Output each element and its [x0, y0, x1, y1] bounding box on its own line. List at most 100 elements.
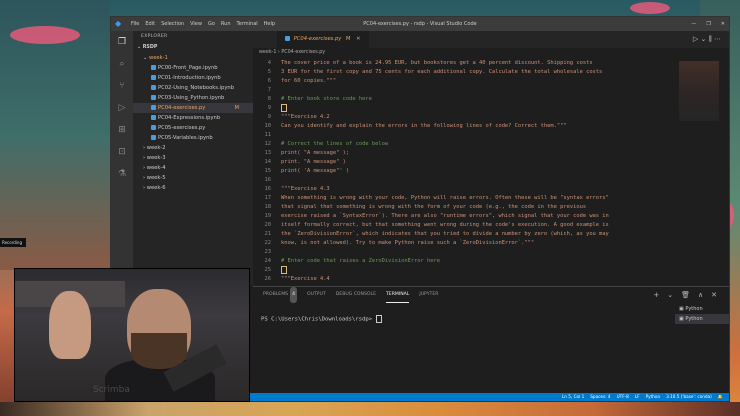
tree-item-label: PC03-Using_Python.ipynb — [158, 95, 225, 101]
tree-item-label: PC04-Expressions.ipynb — [158, 115, 221, 121]
bell-icon[interactable]: 🔔 — [718, 393, 723, 401]
explorer-header: EXPLORER — [141, 34, 168, 39]
webcam-overlay: Scrimba — [14, 268, 250, 402]
panel-tab-label: PROBLEMS — [263, 292, 289, 297]
bottom-panel: PROBLEMS 4 OUTPUT DEBUG CONSOLE TERMINAL JUPY… — [253, 286, 729, 394]
tree-item-label: PC01-Introduction.ipynb — [158, 75, 221, 81]
python-file-icon — [285, 36, 290, 41]
search-icon[interactable]: ⌕ — [111, 53, 133, 75]
window-title: PC04-exercises.py - rsdp - Visual Studio… — [363, 21, 477, 27]
status-item[interactable]: UTF-8 — [617, 393, 629, 401]
remote-icon[interactable]: ⊡ — [111, 141, 133, 163]
panel-tab-label: TERMINAL — [385, 292, 410, 297]
close-panel-icon[interactable]: ✕ — [711, 287, 717, 303]
tree-item-label: week-5 — [146, 175, 166, 181]
panel-tab-label: OUTPUT — [307, 292, 326, 297]
python-file-icon — [151, 105, 156, 110]
tree-item-label: PC00-Front_Page.ipynb — [158, 65, 218, 71]
code-editor[interactable]: 4 The cover price of a book is 24.95 EUR,… — [253, 58, 723, 286]
terminal-output[interactable]: PS C:\Users\Chris\Downloads\rsdp> — [261, 315, 382, 323]
tab-terminal[interactable]: TERMINAL — [385, 287, 410, 303]
minimize-icon[interactable]: — — [691, 17, 696, 31]
code-text: # Enter book store code here — [281, 96, 372, 102]
recording-indicator: Recording — [0, 238, 26, 247]
python-file-icon — [151, 95, 156, 100]
folder-item[interactable]: › week-6 — [133, 183, 253, 193]
webcam-waving-hand — [49, 291, 91, 359]
modified-badge: M — [234, 105, 239, 111]
folder-item[interactable]: ⌄ week-1 — [133, 53, 253, 63]
problems-count-badge: 4 — [290, 287, 298, 303]
panel-tab-label: DEBUG CONSOLE — [335, 292, 376, 297]
title-bar: ◆ File Edit Selection View Go Run Terminal Help… — [111, 17, 729, 31]
terminal-instance[interactable]: ▣ Python — [675, 314, 729, 324]
tree-item-label: week-2 — [146, 145, 166, 151]
webcam-watermark: Scrimba — [93, 385, 130, 395]
folder-item[interactable]: › week-2 — [133, 143, 253, 153]
python-file-icon — [151, 135, 156, 140]
breadcrumb[interactable]: week-1 › PC04-exercises.py — [253, 48, 735, 58]
code-text: know, is not allowed). Try to make Pytho… — [281, 240, 535, 246]
folder-item[interactable]: › week-3 — [133, 153, 253, 163]
files-icon[interactable]: ❐ — [111, 31, 133, 53]
trash-icon[interactable]: 🗑 — [681, 287, 690, 303]
maximize-icon[interactable]: ❐ — [706, 17, 710, 31]
tree-item-label: week-4 — [146, 165, 166, 171]
tab-debug-console[interactable]: DEBUG CONSOLE — [336, 287, 376, 303]
source-control-icon[interactable]: ⑂ — [111, 75, 133, 97]
run-debug-icon[interactable]: ▷ — [111, 97, 133, 119]
tree-item-label: week-6 — [146, 185, 166, 191]
background-flower — [10, 26, 80, 44]
python-file-icon — [151, 65, 156, 70]
tab-jupyter[interactable]: JUPYTER — [419, 287, 438, 303]
close-icon[interactable]: ✕ — [356, 36, 360, 42]
status-item[interactable]: Python — [646, 393, 661, 401]
status-item[interactable]: LF — [635, 393, 640, 401]
file-item[interactable]: PC01-Introduction.ipynb — [133, 73, 253, 83]
file-item[interactable]: PC03-Using_Python.ipynb — [133, 93, 253, 103]
code-text: """Exercise 4.4 — [281, 276, 330, 282]
maximize-panel-icon[interactable]: ∧ — [698, 287, 703, 303]
folder-item[interactable]: › week-4 — [133, 163, 253, 173]
code-text: for 60 copies.""" — [281, 78, 337, 84]
file-item[interactable]: PC05-Variables.ipynb — [133, 133, 253, 143]
workspace-root[interactable]: ⌄ RSDP — [133, 43, 253, 53]
terminal-dropdown-icon[interactable]: ⌄ — [667, 287, 673, 303]
file-tree: ⌄ week-1 PC00-Front_Page.ipynb PC01-Introd… — [133, 53, 253, 193]
tab-pc04-exercises[interactable]: PC04-exercises.py M ✕ — [277, 31, 369, 48]
python-file-icon — [151, 125, 156, 130]
status-item[interactable]: Ln 5, Col 1 — [562, 393, 584, 401]
close-window-icon[interactable]: ✕ — [721, 17, 725, 31]
tree-item-label: PC05-Variables.ipynb — [158, 135, 213, 141]
terminal-list: ▣ Python ▣ Python — [675, 304, 729, 393]
background-flower — [630, 2, 670, 14]
folder-item[interactable]: › week-5 — [133, 173, 253, 183]
run-icon[interactable]: ▷ ⌄ ⫼ ⋯ — [693, 31, 721, 48]
tab-problems[interactable]: PROBLEMS 4 — [263, 287, 298, 303]
status-item[interactable]: 3.10.5 ('base': conda) — [666, 393, 712, 401]
code-text: print( 'A message"' ) — [281, 168, 350, 174]
file-item[interactable]: PC05-exercises.py — [133, 123, 253, 133]
editor-area: PC04-exercises.py M ✕ ▷ ⌄ ⫼ ⋯ week-1 › P… — [253, 31, 729, 286]
panel-toolbar: + ⌄ 🗑 ∧ ✕ — [653, 287, 717, 303]
file-item[interactable]: PC02-Using_Notebooks.ipynb — [133, 83, 253, 93]
explorer-sidebar: EXPLORER ⌄ RSDP ⌄ week-1 PC00-Front_Page.… — [133, 31, 253, 286]
code-text: # Enter code that raises a ZeroDivisionE… — [281, 258, 441, 264]
tab-output[interactable]: OUTPUT — [307, 287, 326, 303]
new-terminal-icon[interactable]: + — [653, 287, 659, 303]
minimap[interactable] — [679, 61, 719, 121]
extensions-icon[interactable]: ⊞ — [111, 119, 133, 141]
tree-item-label: PC02-Using_Notebooks.ipynb — [158, 85, 234, 91]
tree-item-label: PC04-exercises.py — [158, 105, 206, 111]
text-cursor — [281, 265, 287, 274]
file-item[interactable]: PC04-exercises.py M — [133, 103, 253, 113]
tree-item-label: PC05-exercises.py — [158, 125, 206, 131]
python-file-icon — [151, 75, 156, 80]
tree-item-label: week-3 — [146, 155, 166, 161]
terminal-instance[interactable]: ▣ Python — [675, 304, 729, 314]
status-item[interactable]: Spaces: 4 — [590, 393, 610, 401]
file-item[interactable]: PC00-Front_Page.ipynb — [133, 63, 253, 73]
testing-icon[interactable]: ⚗ — [111, 163, 133, 185]
panel-tab-label: JUPYTER — [419, 292, 439, 297]
file-item[interactable]: PC04-Expressions.ipynb — [133, 113, 253, 123]
